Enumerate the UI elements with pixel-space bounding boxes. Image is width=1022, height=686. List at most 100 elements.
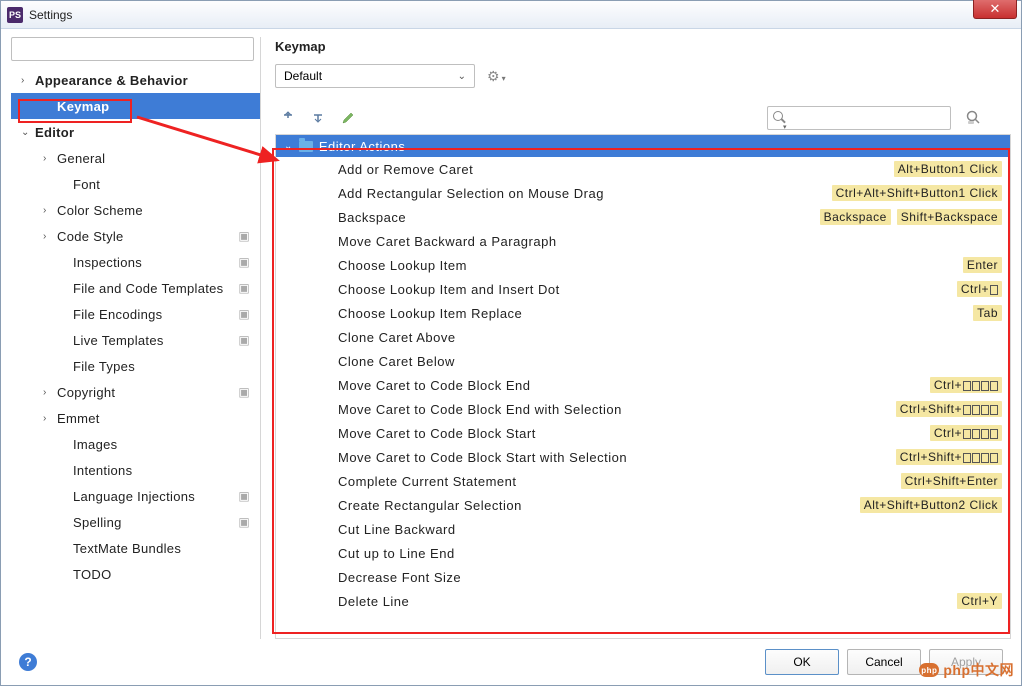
action-row[interactable]: Move Caret Backward a Paragraph [276,229,1010,253]
sidebar-item-label: Editor [35,125,74,140]
shortcut-badge: Backspace [820,209,891,225]
shortcut-list: BackspaceShift+Backspace [820,209,1002,225]
sidebar-item-file-and-code-templates[interactable]: File and Code Templates ▣ [11,275,260,301]
shortcut-badge: Ctrl+Alt+Shift+Button1 Click [832,185,1002,201]
shortcut-list: Ctrl+Shift+ [896,401,1002,417]
action-row[interactable]: Create Rectangular SelectionAlt+Shift+Bu… [276,493,1010,517]
sidebar-item-spelling[interactable]: Spelling ▣ [11,509,260,535]
sidebar-item-label: TextMate Bundles [73,541,181,556]
shortcut-badge: Enter [963,257,1002,273]
watermark: php php中文网 [919,660,1014,680]
main-split: ›Appearance & BehaviorKeymap⌄Editor›Gene… [11,37,1011,639]
window-title: Settings [29,8,72,22]
shortcut-list: Ctrl+Alt+Shift+Button1 Click [832,185,1002,201]
action-row[interactable]: Add Rectangular Selection on Mouse Drag C… [276,181,1010,205]
edit-icon[interactable] [341,111,355,125]
chevron-icon: › [21,75,31,86]
shortcut-list: Enter [963,257,1002,273]
watermark-text: php中文网 [943,660,1014,680]
shortcut-list: Alt+Button1 Click [894,161,1002,177]
shortcut-list: Alt+Shift+Button2 Click [860,497,1002,513]
sidebar-item-label: Code Style [57,229,124,244]
sidebar-item-label: Spelling [73,515,122,530]
shortcut-badge: Alt+Shift+Button2 Click [860,497,1002,513]
sidebar-item-live-templates[interactable]: Live Templates▣ [11,327,260,353]
chevron-icon: › [43,153,53,164]
action-row[interactable]: Cut up to Line End [276,541,1010,565]
help-button[interactable]: ? [19,653,37,671]
action-row[interactable]: Cut Line Backward [276,517,1010,541]
shortcut-badge: Alt+Button1 Click [894,161,1002,177]
action-row[interactable]: Clone Caret Below [276,349,1010,373]
group-header[interactable]: ⌄ Editor Actions [276,135,1010,157]
sidebar-item-copyright[interactable]: ›Copyright▣ [11,379,260,405]
keymap-filter-input[interactable] [767,106,951,130]
filter-dropdown-icon: ▾ [783,123,787,131]
shortcut-list: Ctrl+Shift+ [896,449,1002,465]
action-label: Decrease Font Size [338,570,461,585]
sidebar-item-emmet[interactable]: ›Emmet [11,405,260,431]
sidebar-item-keymap[interactable]: Keymap [11,93,260,119]
sidebar-item-label: File and Code Templates [73,281,223,296]
sidebar-item-appearance-behavior[interactable]: ›Appearance & Behavior [11,67,260,93]
find-action-by-shortcut-icon[interactable] [965,109,981,128]
action-row[interactable]: BackspaceBackspaceShift+Backspace [276,205,1010,229]
scheme-icon: ▣ [238,255,250,269]
action-label: Cut up to Line End [338,546,455,561]
scheme-icon: ▣ [238,281,250,295]
sidebar-item-textmate-bundles[interactable]: TextMate Bundles [11,535,260,561]
scheme-icon: ▣ [238,489,250,503]
sidebar-item-inspections[interactable]: Inspections▣ [11,249,260,275]
action-row[interactable]: Choose Lookup ItemEnter [276,253,1010,277]
sidebar-item-label: Copyright [57,385,115,400]
chevron-icon: › [43,413,53,424]
action-label: Add Rectangular Selection on Mouse Drag [338,186,604,201]
action-row[interactable]: Decrease Font Size [276,565,1010,589]
action-label: Move Caret to Code Block Start with Sele… [338,450,627,465]
sidebar-item-intentions[interactable]: Intentions [11,457,260,483]
close-button[interactable]: ✕ [973,0,1017,19]
action-row[interactable]: Choose Lookup Item and Insert DotCtrl+ [276,277,1010,301]
sidebar-item-code-style[interactable]: ›Code Style▣ [11,223,260,249]
action-row[interactable]: Complete Current StatementCtrl+Shift+Ent… [276,469,1010,493]
action-row[interactable]: Clone Caret Above [276,325,1010,349]
action-label: Add or Remove Caret [338,162,473,177]
keymap-preset-select[interactable]: Default ⌄ [275,64,475,88]
settings-tree[interactable]: ›Appearance & BehaviorKeymap⌄Editor›Gene… [11,67,260,639]
scheme-icon: ▣ [238,515,250,529]
action-label: Clone Caret Above [338,330,456,345]
sidebar-item-language-injections[interactable]: Language Injections▣ [11,483,260,509]
sidebar-item-todo[interactable]: TODO [11,561,260,587]
action-label: Move Caret Backward a Paragraph [338,234,557,249]
sidebar-item-file-types[interactable]: File Types [11,353,260,379]
shortcut-badge: Ctrl+Shift+ [896,401,1002,417]
sidebar-item-label: TODO [73,567,112,582]
sidebar-item-images[interactable]: Images [11,431,260,457]
keymap-list[interactable]: ⌄ Editor Actions Add or Remove Caret Alt+… [275,134,1011,639]
action-row[interactable]: Move Caret to Code Block Start with Sele… [276,445,1010,469]
shortcut-badge: Tab [973,305,1002,321]
scheme-icon: ▣ [238,333,250,347]
settings-window: PS Settings ✕ ›Appearance & BehaviorKeym… [0,0,1022,686]
cancel-button[interactable]: Cancel [847,649,921,675]
action-row[interactable]: Delete LineCtrl+Y [276,589,1010,613]
ok-button[interactable]: OK [765,649,839,675]
chevron-down-icon: ⌄ [458,71,466,82]
action-row[interactable]: Move Caret to Code Block EndCtrl+ [276,373,1010,397]
collapse-all-icon[interactable] [311,111,325,125]
sidebar-item-editor[interactable]: ⌄Editor [11,119,260,145]
action-row[interactable]: Choose Lookup Item ReplaceTab [276,301,1010,325]
preset-value: Default [284,69,322,83]
sidebar-item-file-encodings[interactable]: File Encodings▣ [11,301,260,327]
gear-icon[interactable]: ⚙ [487,68,506,85]
sidebar-item-font[interactable]: Font [11,171,260,197]
action-label: Clone Caret Below [338,354,455,369]
action-row[interactable]: Move Caret to Code Block StartCtrl+ [276,421,1010,445]
action-row[interactable]: Move Caret to Code Block End with Select… [276,397,1010,421]
action-row[interactable]: Add or Remove Caret Alt+Button1 Click [276,157,1010,181]
expand-all-icon[interactable] [281,111,295,125]
sidebar-item-general[interactable]: ›General [11,145,260,171]
shortcut-list: Tab [973,305,1002,321]
sidebar-item-color-scheme[interactable]: ›Color Scheme [11,197,260,223]
sidebar-search-input[interactable] [11,37,254,61]
